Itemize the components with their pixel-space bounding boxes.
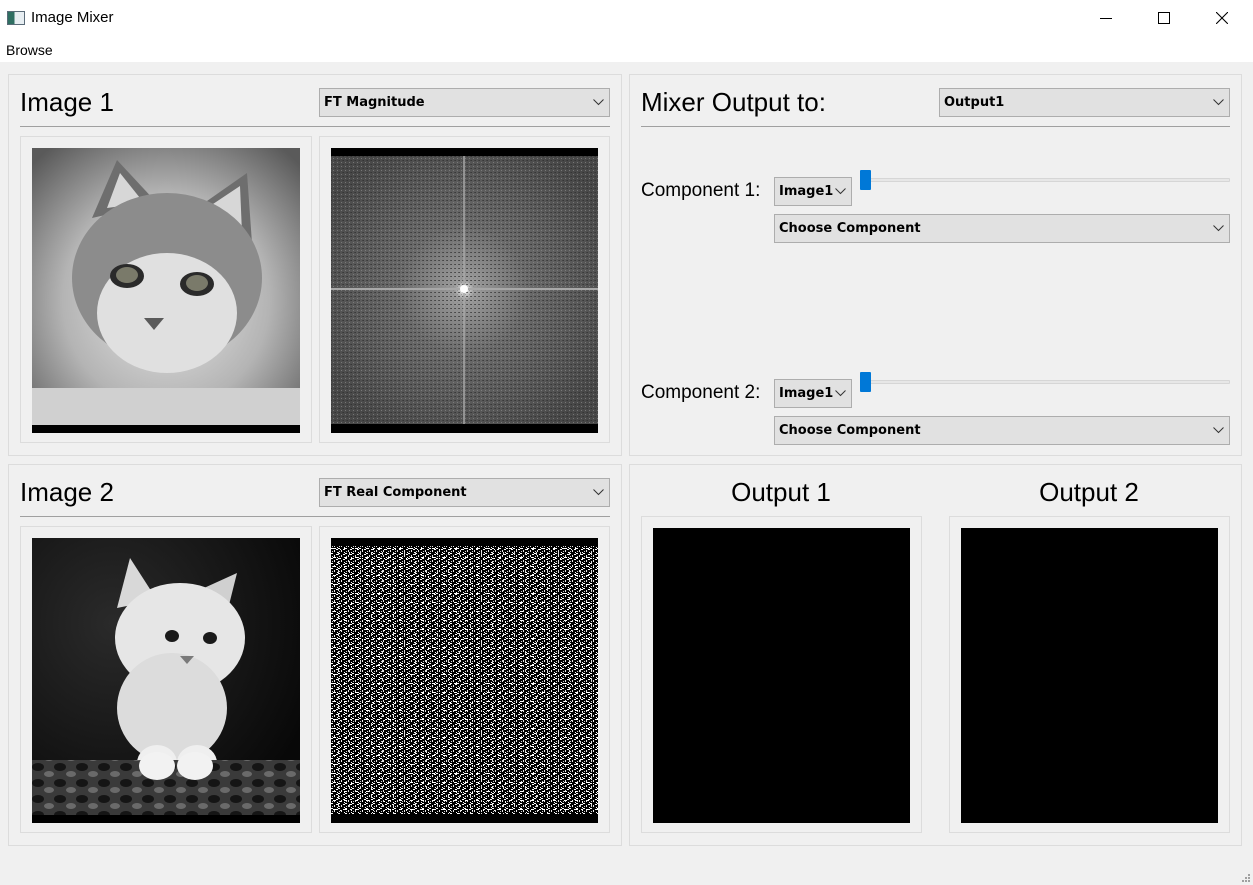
image1-view-select[interactable]: FT Magnitude	[319, 88, 610, 117]
component1-component-select-value: Choose Component	[779, 221, 921, 236]
component1-slider-groove[interactable]	[860, 178, 1230, 182]
chevron-down-icon	[593, 489, 604, 496]
mixer-divider	[641, 126, 1230, 127]
component2-image-select-value: Image1	[779, 386, 834, 401]
mixer-output-select[interactable]: Output1	[939, 88, 1230, 117]
component1-image-select-value: Image1	[779, 184, 834, 199]
image1-component-image	[331, 148, 598, 433]
component2-slider-handle[interactable]	[860, 372, 871, 392]
mixer-output-select-value: Output1	[944, 95, 1005, 110]
image2-component-image	[331, 538, 598, 823]
image1-heading: Image 1	[20, 87, 114, 117]
kitten-photo-1	[32, 148, 300, 433]
component2-component-select-value: Choose Component	[779, 423, 921, 438]
component1-component-select[interactable]: Choose Component	[774, 214, 1230, 243]
output1-heading: Output 1	[731, 477, 831, 507]
minimize-icon	[1100, 18, 1112, 19]
image2-view-select[interactable]: FT Real Component	[319, 478, 610, 507]
menu-bar: Browse	[0, 38, 1253, 62]
close-icon	[1216, 12, 1228, 24]
component1-image-select[interactable]: Image1	[774, 177, 852, 206]
output2-heading: Output 2	[1039, 477, 1139, 507]
title-bar: Image Mixer	[0, 0, 1253, 38]
component2-component-select[interactable]: Choose Component	[774, 416, 1230, 445]
chevron-down-icon	[1213, 99, 1224, 106]
image2-divider	[20, 516, 610, 517]
menu-browse[interactable]: Browse	[6, 42, 53, 58]
chevron-down-icon	[835, 390, 846, 397]
maximize-icon	[1158, 12, 1170, 24]
kitten-photo-2	[32, 538, 300, 823]
maximize-button[interactable]	[1135, 0, 1193, 36]
close-button[interactable]	[1193, 0, 1251, 36]
output2-image	[961, 528, 1218, 823]
image2-original-image	[32, 538, 300, 823]
window-title: Image Mixer	[31, 9, 114, 26]
image2-view-select-value: FT Real Component	[324, 485, 467, 500]
chevron-down-icon	[1213, 225, 1224, 232]
component2-label: Component 2:	[641, 382, 761, 403]
component1-label: Component 1:	[641, 180, 761, 201]
image2-heading: Image 2	[20, 477, 114, 507]
image1-view-select-value: FT Magnitude	[324, 95, 425, 110]
ft-magnitude-spectrum	[331, 148, 598, 433]
chevron-down-icon	[593, 99, 604, 106]
minimize-button[interactable]	[1077, 0, 1135, 36]
ft-real-component	[331, 538, 598, 823]
mixer-heading: Mixer Output to:	[641, 87, 826, 117]
app-icon	[7, 11, 25, 25]
output1-image	[653, 528, 910, 823]
component2-slider-groove[interactable]	[860, 380, 1230, 384]
image1-original-image	[32, 148, 300, 433]
component1-slider-handle[interactable]	[860, 170, 871, 190]
image1-divider	[20, 126, 610, 127]
chevron-down-icon	[835, 188, 846, 195]
resize-grip-icon[interactable]	[1240, 872, 1250, 882]
chevron-down-icon	[1213, 427, 1224, 434]
component2-image-select[interactable]: Image1	[774, 379, 852, 408]
